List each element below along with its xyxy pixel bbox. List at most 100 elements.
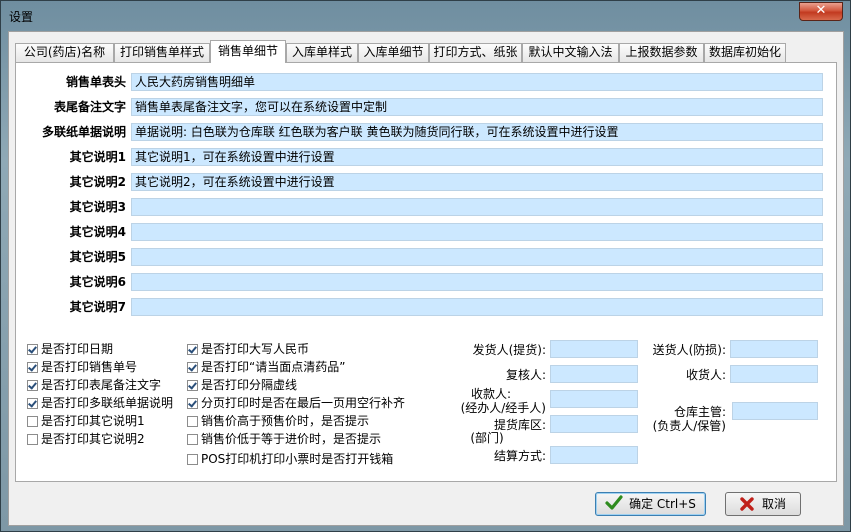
close-button[interactable]: ✕: [799, 2, 843, 21]
other-note-7-label: 其它说明7: [69, 300, 126, 314]
header-input[interactable]: 人民大药房销售明细单: [131, 73, 823, 91]
receiver-label: 收货人:: [685, 368, 726, 382]
checkbox-label: 是否打印表尾备注文字: [41, 378, 162, 392]
tab-sales-print-style[interactable]: 打印销售单样式: [114, 43, 210, 62]
other-note-6-label: 其它说明6: [69, 275, 126, 289]
checkbox-box: [187, 434, 198, 445]
shipper-input[interactable]: [550, 340, 638, 358]
print-date-checkbox[interactable]: 是否打印日期: [27, 342, 113, 357]
pickup-area-sub-label: (部门): [470, 431, 504, 445]
multi-copy-label: 多联纸单据说明: [41, 125, 126, 139]
other-note-3-input[interactable]: [131, 198, 823, 216]
deliverer-input[interactable]: [730, 340, 818, 358]
checkbox-box: [27, 416, 38, 427]
other-note-7-input[interactable]: [131, 298, 823, 316]
print-dash-line-checkbox[interactable]: 是否打印分隔虚线: [187, 378, 297, 393]
warehouse-mgr-label: 仓库主管:: [673, 405, 726, 419]
warn-above-presale-checkbox[interactable]: 销售价高于预售价时，是否提示: [187, 414, 369, 429]
receiver-input[interactable]: [730, 365, 818, 383]
checkbox-label: 是否打印销售单号: [41, 360, 138, 374]
checkbox-box: [27, 434, 38, 445]
window-title: 设置: [9, 10, 34, 24]
checkbox-box: [27, 344, 38, 355]
sales-detail-panel: 销售单表头 人民大药房销售明细单 表尾备注文字 销售单表尾备注文字，您可以在系统…: [15, 62, 837, 482]
other-note-4-input[interactable]: [131, 223, 823, 241]
header-label: 销售单表头: [65, 75, 126, 89]
cancel-button-label: 取消: [761, 497, 786, 511]
checkbox-label: 是否打印“请当面点清药品”: [201, 360, 346, 374]
warn-below-cost-checkbox[interactable]: 销售价低于等于进价时，是否提示: [187, 432, 381, 447]
settlement-input[interactable]: [550, 446, 638, 464]
checkbox-box: [187, 454, 198, 465]
tab-inbound-style[interactable]: 入库单样式: [286, 43, 358, 62]
checkbox-box: [27, 398, 38, 409]
reviewer-input[interactable]: [550, 365, 638, 383]
checkbox-label: 销售价低于等于进价时，是否提示: [201, 432, 382, 446]
deliverer-label: 送货人(防损):: [652, 343, 726, 357]
reviewer-label: 复核人:: [505, 368, 546, 382]
cancel-button[interactable]: 取消: [725, 492, 801, 516]
checkbox-label: 销售价高于预售价时，是否提示: [201, 414, 370, 428]
ok-button-label: 确定 Ctrl+S: [629, 497, 696, 511]
checkbox-label: POS打印机打印小票时是否打开钱箱: [201, 452, 394, 466]
tab-print-paper[interactable]: 打印方式、纸张: [429, 43, 522, 62]
dialog-client: 公司(药店)名称 打印销售单样式 销售单细节 入库单样式 入库单细节 打印方式、…: [8, 31, 844, 526]
other-note-2-label: 其它说明2: [69, 175, 126, 189]
checkbox-box: [187, 380, 198, 391]
print-footer-note-checkbox[interactable]: 是否打印表尾备注文字: [27, 378, 161, 393]
other-note-3-label: 其它说明3: [69, 200, 126, 214]
checkbox-box: [27, 380, 38, 391]
cross-icon: [740, 497, 754, 511]
other-note-5-input[interactable]: [131, 248, 823, 266]
warehouse-mgr-input[interactable]: [732, 402, 818, 420]
tab-company-name[interactable]: 公司(药店)名称: [15, 43, 114, 62]
shipper-label: 发货人(提货):: [472, 343, 546, 357]
tab-default-ime[interactable]: 默认中文输入法: [522, 43, 619, 62]
checkbox-label: 是否打印其它说明1: [41, 414, 145, 428]
other-note-4-label: 其它说明4: [69, 225, 126, 239]
print-rmb-uppercase-checkbox[interactable]: 是否打印大写人民币: [187, 342, 309, 357]
ok-button[interactable]: 确定 Ctrl+S: [595, 492, 706, 516]
tab-report-params[interactable]: 上报数据参数: [619, 43, 704, 62]
cashier-input[interactable]: [550, 390, 638, 408]
cashier-sub-label: (经办人/经手人): [460, 401, 546, 415]
pickup-area-label: 提货库区:: [493, 418, 546, 432]
tab-db-init[interactable]: 数据库初始化: [704, 43, 786, 62]
pickup-area-input[interactable]: [550, 415, 638, 433]
tab-sales-detail[interactable]: 销售单细节: [210, 40, 286, 63]
cashier-label: 收款人:: [470, 387, 512, 401]
checkbox-box: [187, 362, 198, 373]
checkbox-label: 是否打印分隔虚线: [201, 378, 298, 392]
checkbox-label: 是否打印日期: [41, 342, 114, 356]
checkbox-box: [27, 362, 38, 373]
pad-last-page-checkbox[interactable]: 分页打印时是否在最后一页用空行补齐: [187, 396, 405, 411]
print-other-note-2-checkbox[interactable]: 是否打印其它说明2: [27, 432, 145, 447]
multi-copy-input[interactable]: 单据说明: 白色联为仓库联 红色联为客户联 黄色联为随货同行联，可在系统设置中进…: [131, 123, 823, 141]
footer-note-input[interactable]: 销售单表尾备注文字，您可以在系统设置中定制: [131, 98, 823, 116]
other-note-1-input[interactable]: 其它说明1，可在系统设置中进行设置: [131, 148, 823, 166]
checkbox-box: [187, 416, 198, 427]
checkbox-box: [187, 344, 198, 355]
pos-open-drawer-checkbox[interactable]: POS打印机打印小票时是否打开钱箱: [187, 452, 393, 467]
other-note-6-input[interactable]: [131, 273, 823, 291]
footer-note-label: 表尾备注文字: [53, 100, 126, 114]
settlement-label: 结算方式:: [493, 449, 546, 463]
other-note-5-label: 其它说明5: [69, 250, 126, 264]
print-check-goods-checkbox[interactable]: 是否打印“请当面点清药品”: [187, 360, 345, 375]
other-note-1-label: 其它说明1: [69, 150, 126, 164]
print-other-note-1-checkbox[interactable]: 是否打印其它说明1: [27, 414, 145, 429]
warehouse-mgr-sub-label: (负责人/保管): [652, 419, 726, 433]
check-icon: [605, 495, 623, 510]
title-bar[interactable]: 设置 ✕: [1, 1, 850, 31]
checkbox-label: 是否打印大写人民币: [201, 342, 310, 356]
other-note-2-input[interactable]: 其它说明2，可在系统设置中进行设置: [131, 173, 823, 191]
print-multi-copy-checkbox[interactable]: 是否打印多联纸单据说明: [27, 396, 173, 411]
checkbox-label: 分页打印时是否在最后一页用空行补齐: [201, 396, 406, 410]
tab-inbound-detail[interactable]: 入库单细节: [358, 43, 429, 62]
checkbox-label: 是否打印其它说明2: [41, 432, 145, 446]
checkbox-label: 是否打印多联纸单据说明: [41, 396, 174, 410]
checkbox-box: [187, 398, 198, 409]
settings-window: 设置 ✕ 公司(药店)名称 打印销售单样式 销售单细节 入库单样式 入库单细节 …: [0, 0, 851, 532]
close-icon: ✕: [815, 3, 827, 18]
print-order-no-checkbox[interactable]: 是否打印销售单号: [27, 360, 137, 375]
